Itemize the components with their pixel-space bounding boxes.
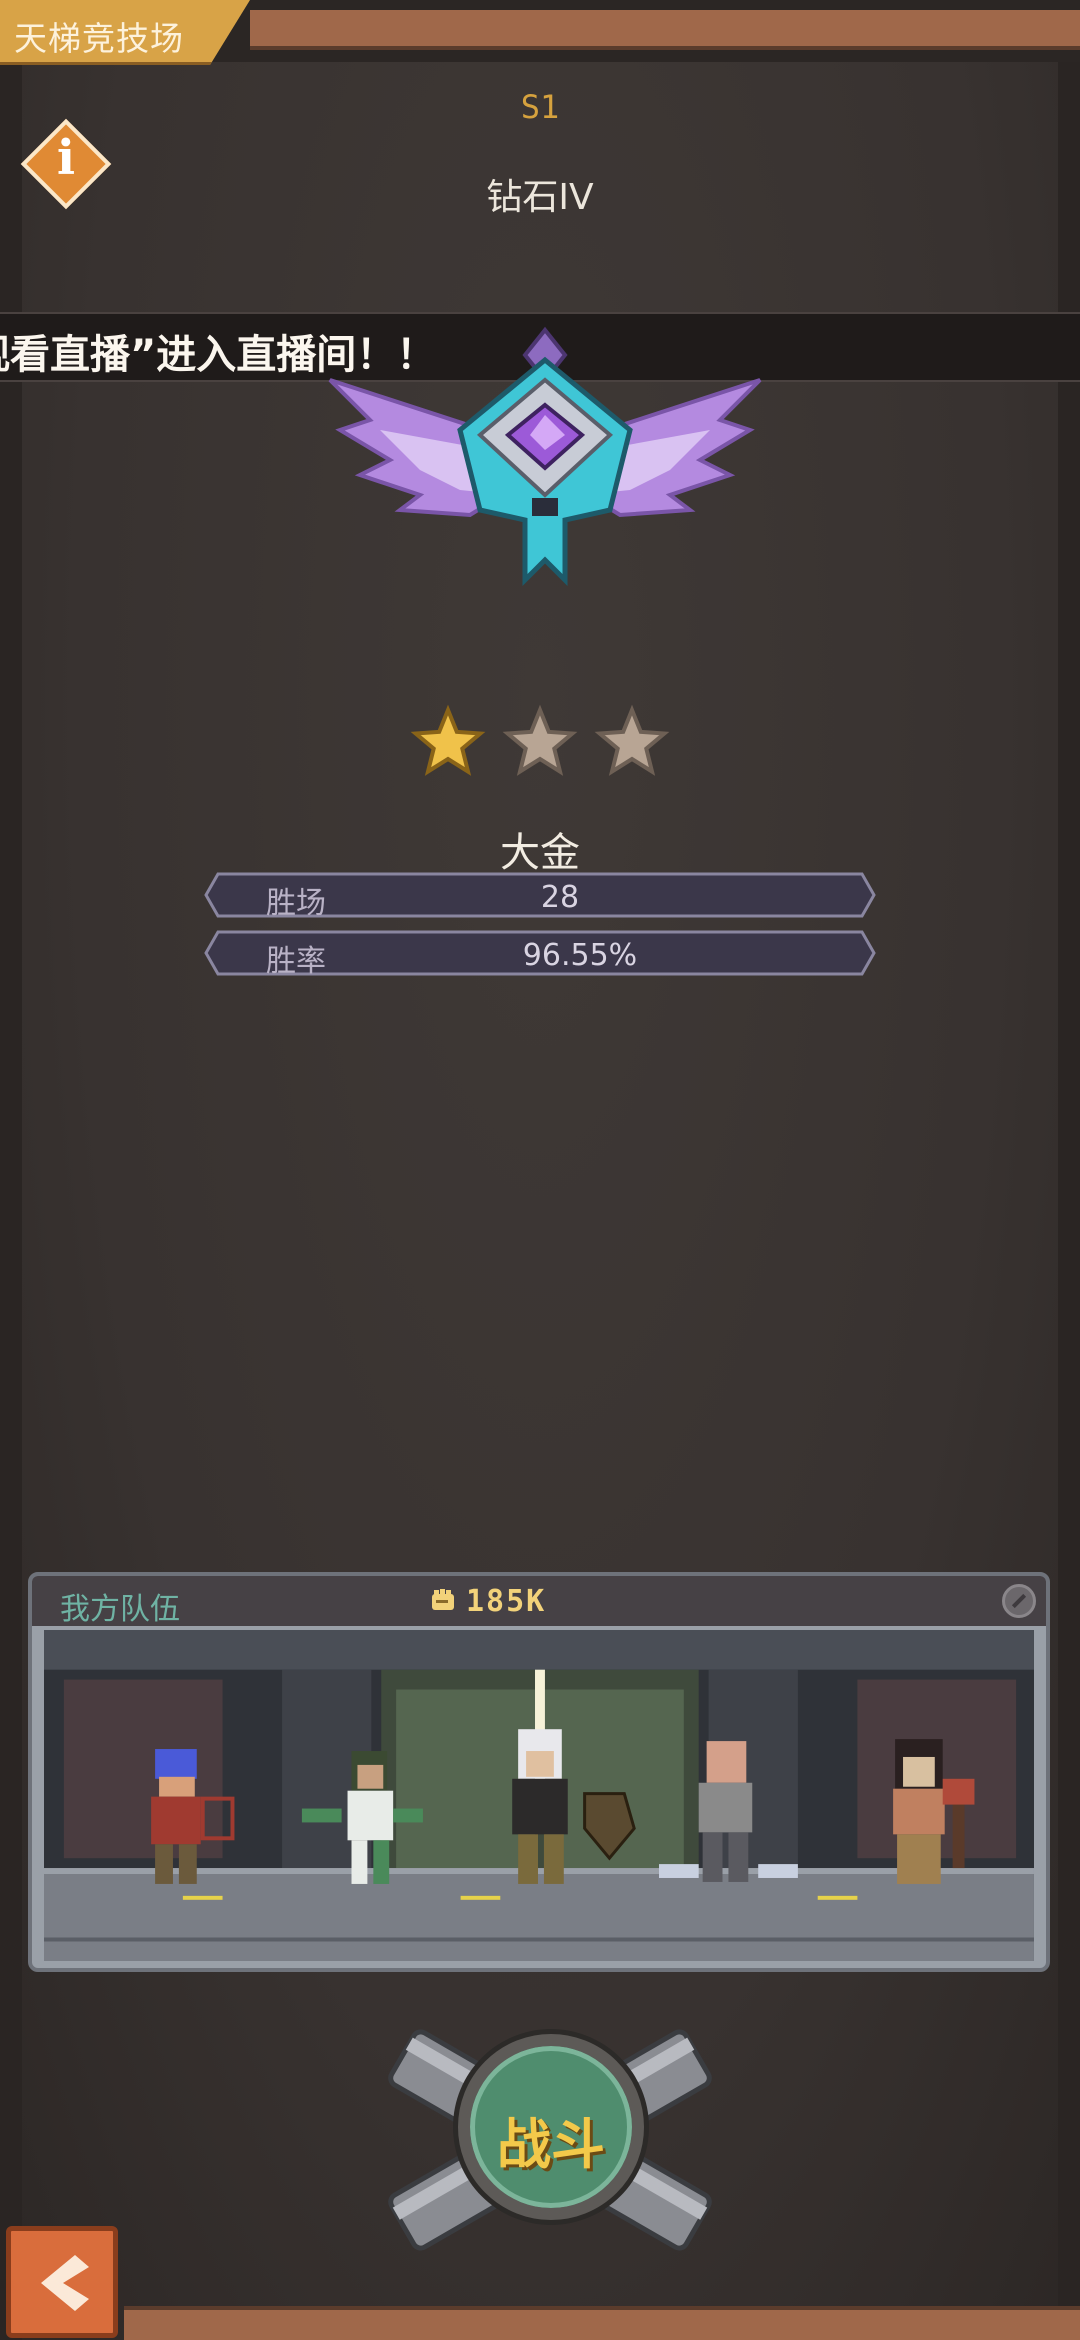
star-empty-icon [594,704,670,776]
battle-button-face: 战斗 [458,2034,644,2220]
battle-label: 战斗 [497,2113,605,2176]
team-power-value: 185K [466,1583,547,1619]
stat-value: 96.55% [522,938,638,973]
settings-icon[interactable] [1002,1584,1036,1618]
player-name: 大金 [500,830,580,876]
stat-value: 28 [540,880,580,915]
season-label: S1 [520,88,560,126]
top-stripe [250,10,1080,50]
chevron-left-icon [41,2255,89,2311]
stat-row-winrate: 胜率 96.55% [204,930,876,979]
star-empty-icon [502,704,578,776]
team-title: 我方队伍 [60,1592,180,1627]
page-title: 天梯竞技场 [14,19,184,58]
fist-icon [432,1589,454,1610]
battle-button[interactable]: 战斗 [360,2020,740,2260]
team-scene [44,1630,1034,1962]
rank-stars [410,704,670,776]
top-bar: 天梯竞技场 [0,0,1080,65]
back-button[interactable] [6,2226,118,2338]
rank-emblem-icon [328,326,762,587]
team-header: 我方队伍 185K [32,1576,1046,1627]
team-power: 185K [418,1582,556,1620]
stat-row-wins: 胜场 28 [204,872,876,921]
star-filled-icon [410,704,486,776]
team-panel[interactable]: 我方队伍 185K [28,1572,1050,1972]
rank-name: 钻石IV [486,177,594,218]
bottom-stripe [124,2306,1080,2340]
